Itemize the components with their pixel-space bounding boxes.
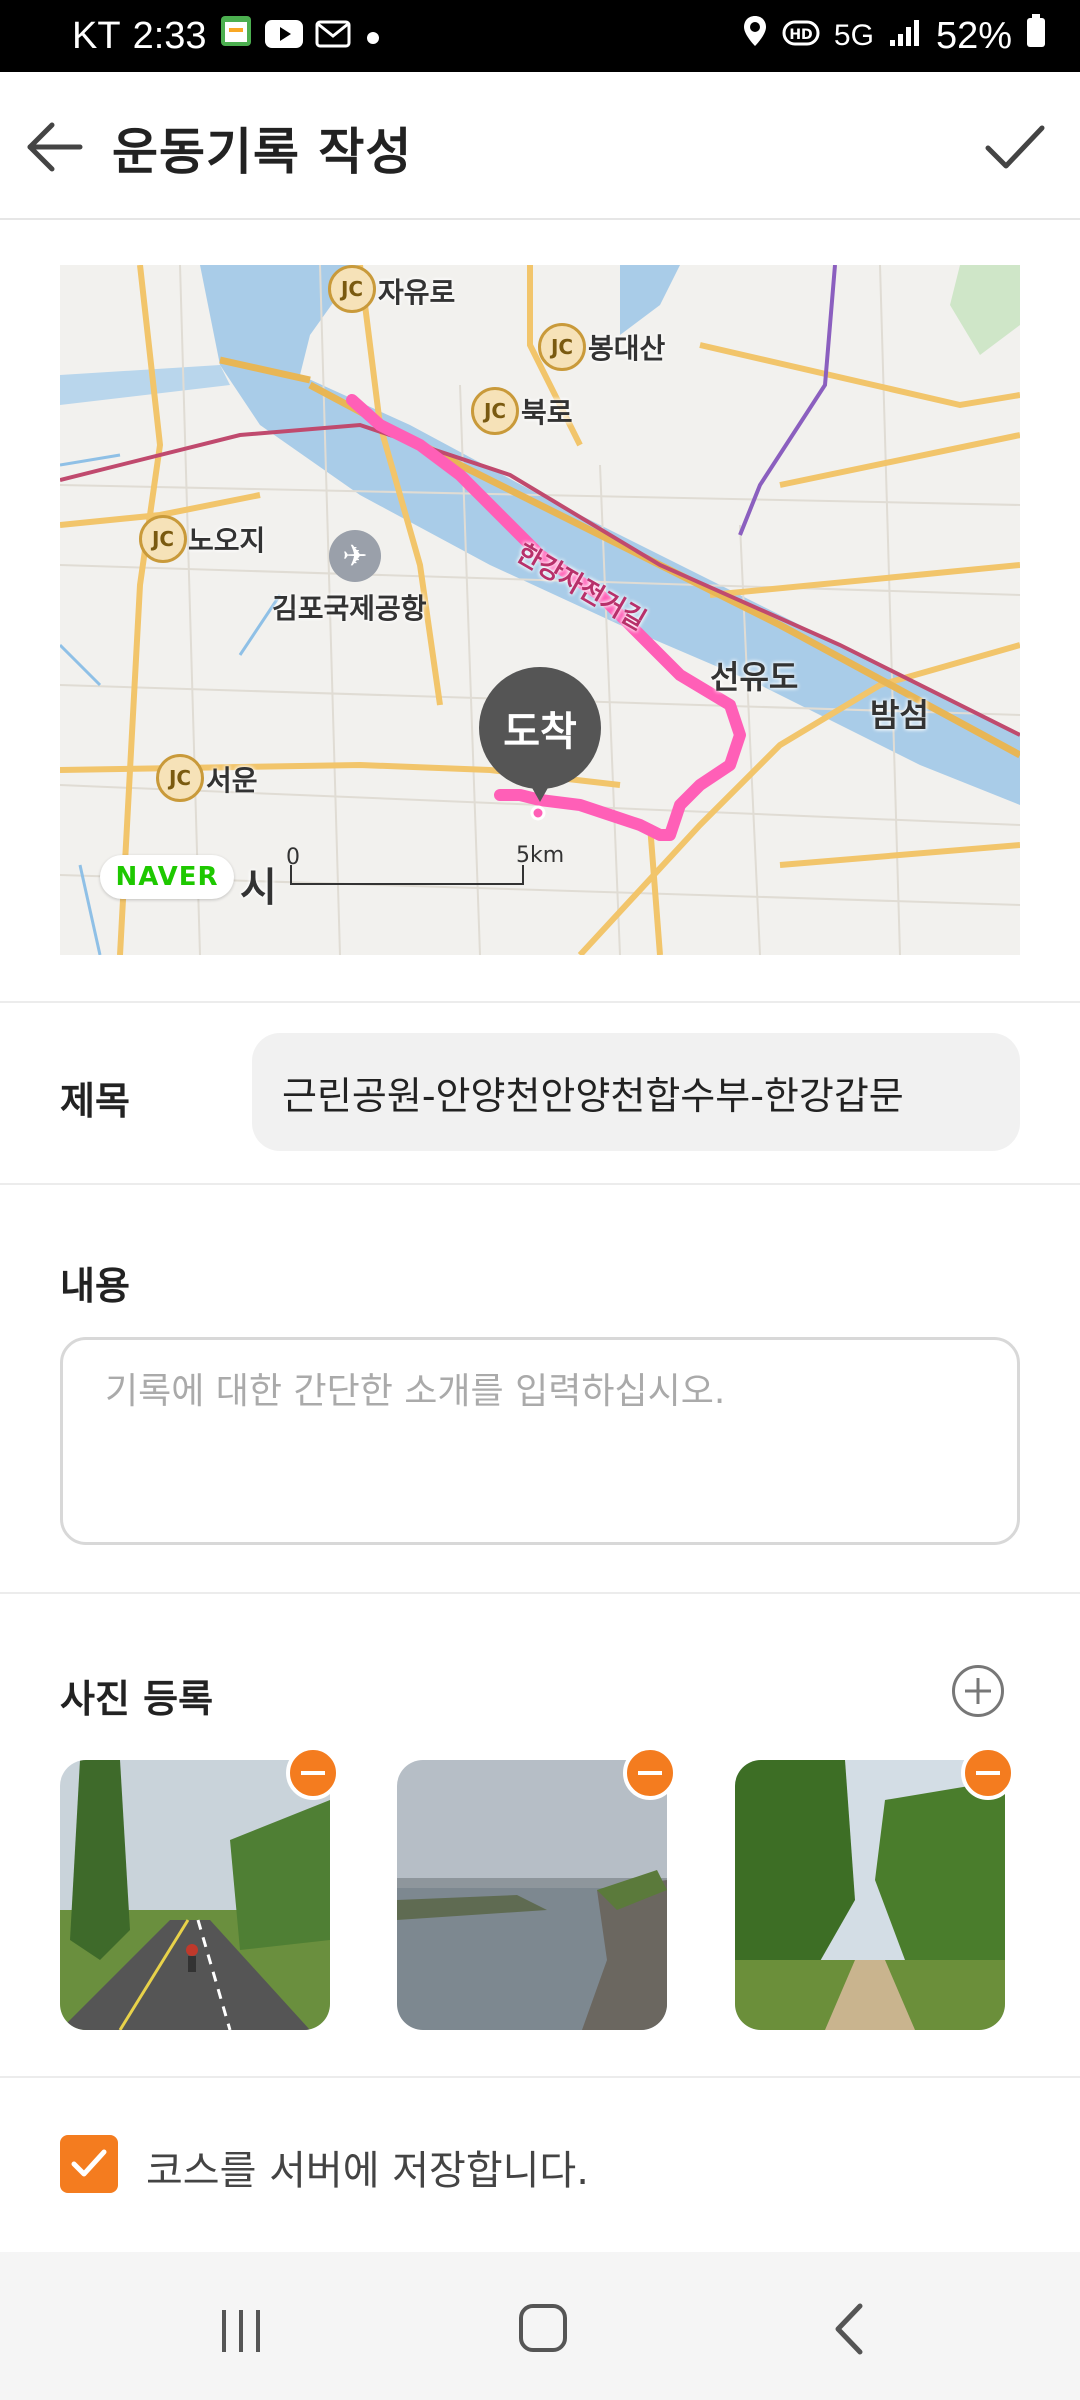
back-arrow-icon: [27, 122, 83, 172]
divider: [0, 1001, 1080, 1003]
save-course-checkbox[interactable]: [60, 2135, 118, 2193]
nav-back-icon: [835, 2303, 863, 2355]
carrier-label: KT: [72, 14, 121, 57]
checkmark-icon: [71, 2149, 107, 2177]
svg-text:HD: HD: [789, 27, 812, 43]
map-label-bamseom: 밤섬: [870, 696, 929, 734]
photo-section-label: 사진 등록: [60, 1677, 214, 1721]
naver-logo: NAVER: [100, 855, 234, 899]
map-label-bukro: 북로: [521, 396, 573, 429]
jc-badge: JC: [156, 754, 204, 802]
hd-voice-icon: HD: [782, 15, 820, 58]
remove-photo-button[interactable]: [623, 1746, 677, 1800]
jc-badge: JC: [471, 387, 519, 435]
jc-badge: JC: [538, 323, 586, 371]
nav-back-button[interactable]: [830, 2302, 870, 2356]
battery-icon: [1026, 14, 1046, 58]
system-nav-bar: [0, 2252, 1080, 2400]
back-button[interactable]: [20, 112, 90, 182]
title-input[interactable]: 근린공원-안양천안양천합수부-한강갑문: [252, 1033, 1020, 1151]
photo-thumbnail[interactable]: [735, 1760, 1005, 2030]
destination-marker-tip: [522, 770, 558, 802]
remove-photo-button[interactable]: [961, 1746, 1015, 1800]
youtube-icon: [264, 15, 303, 58]
dot-icon: [363, 15, 383, 58]
map-label-gimpo-airport: 김포국제공항: [272, 592, 427, 625]
map-label-nojoji: 노오지: [188, 524, 266, 557]
photo-thumbnail[interactable]: [397, 1760, 667, 2030]
map-scale-bar: [290, 865, 524, 885]
location-icon: [742, 14, 768, 58]
status-bar: KT 2:33 HD 5G 52%: [0, 0, 1080, 72]
remove-photo-button[interactable]: [286, 1746, 340, 1800]
network-type: 5G: [833, 19, 874, 52]
save-course-label[interactable]: 코스를 서버에 저장합니다.: [146, 2138, 589, 2196]
recent-apps-icon: [222, 2310, 260, 2352]
status-left: KT 2:33: [72, 14, 383, 58]
check-icon: [985, 125, 1045, 169]
map-label-city-fragment: 시: [240, 865, 277, 911]
content-label: 내용: [60, 1264, 130, 1308]
status-right: HD 5G 52%: [742, 14, 1046, 58]
divider: [0, 1183, 1080, 1185]
photo-river: [397, 1760, 667, 2030]
battery-percent: 52%: [935, 14, 1012, 57]
divider: [0, 2076, 1080, 2078]
photo-bike-path: [60, 1760, 330, 2030]
map-label-seoun: 서운: [206, 764, 258, 797]
clock: 2:33: [132, 14, 207, 57]
map-scale-end: 5km: [516, 843, 565, 868]
confirm-button[interactable]: [980, 112, 1050, 182]
map-label-bongdaesan: 봉대산: [588, 332, 666, 365]
map-label-seonyudo: 선유도: [710, 658, 799, 696]
airport-icon: ✈: [329, 530, 381, 582]
mail-icon: [315, 15, 351, 58]
photo-thumbnail[interactable]: [60, 1760, 330, 2030]
map-label-jayuro: 자유로: [378, 276, 456, 309]
title-label: 제목: [60, 1079, 130, 1123]
app-header: 운동기록 작성: [0, 72, 1080, 220]
recent-apps-button[interactable]: [216, 2308, 266, 2354]
photo-trail: [735, 1760, 1005, 2030]
add-photo-button[interactable]: [952, 1665, 1004, 1717]
jc-badge: JC: [328, 265, 376, 313]
jc-badge: JC: [139, 515, 187, 563]
calendar-app-icon: [219, 14, 253, 58]
content-textarea[interactable]: 기록에 대한 간단한 소개를 입력하십시오.: [60, 1337, 1020, 1545]
divider: [0, 1592, 1080, 1594]
page-title: 운동기록 작성: [112, 123, 413, 181]
signal-icon: [888, 15, 922, 58]
home-button[interactable]: [519, 2304, 567, 2352]
map-scale-start: 0: [286, 845, 300, 870]
route-map[interactable]: JC 자유로 JC 봉대산 JC 북로 JC 노오지 ✈ 김포국제공항 한강자전…: [60, 265, 1020, 955]
